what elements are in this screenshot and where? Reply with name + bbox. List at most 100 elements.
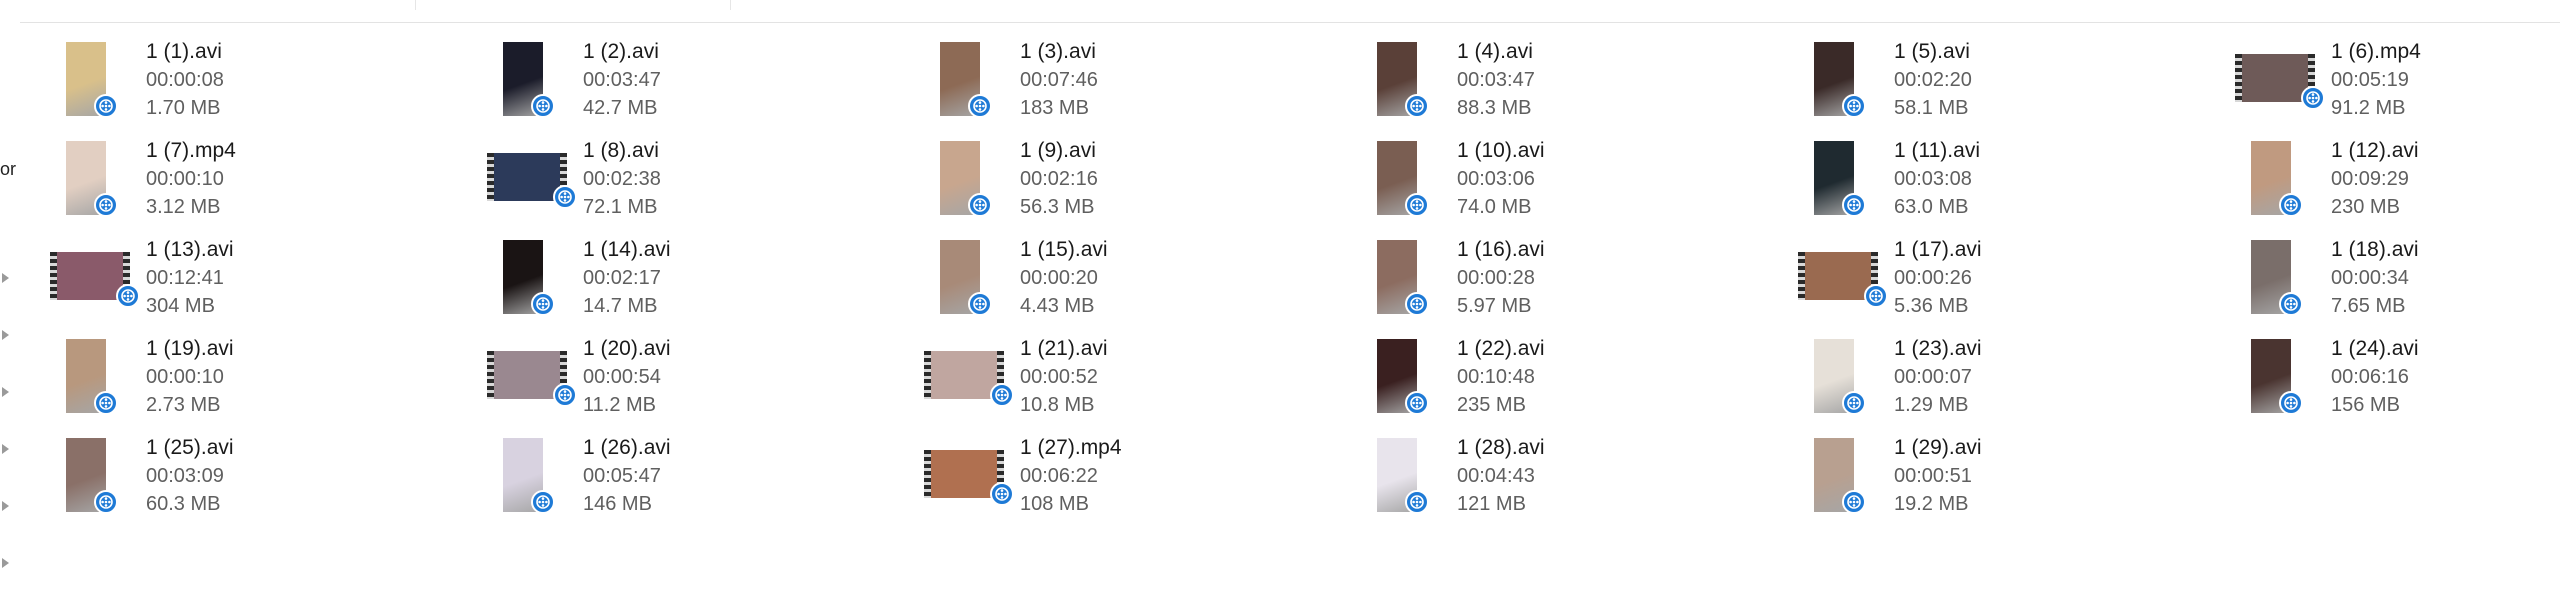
file-item[interactable]: 1 (15).avi 00:00:20 4.43 MB <box>922 232 1359 331</box>
file-name: 1 (27).mp4 <box>1020 436 1122 459</box>
file-name: 1 (3).avi <box>1020 40 1096 63</box>
file-item[interactable]: 1 (8).avi 00:02:38 72.1 MB <box>485 133 922 232</box>
file-duration: 00:00:28 <box>1457 267 1535 289</box>
file-item[interactable]: 1 (17).avi 00:00:26 5.36 MB <box>1796 232 2233 331</box>
file-size: 304 MB <box>146 295 215 317</box>
file-name: 1 (18).avi <box>2331 238 2419 261</box>
film-reel-icon <box>1405 94 1429 118</box>
file-duration: 00:02:20 <box>1894 69 1972 91</box>
file-duration: 00:00:52 <box>1020 366 1098 388</box>
file-item[interactable]: 1 (20).avi 00:00:54 11.2 MB <box>485 331 922 430</box>
file-name: 1 (17).avi <box>1894 238 1982 261</box>
file-item[interactable]: 1 (23).avi 00:00:07 1.29 MB <box>1796 331 2233 430</box>
file-size: 121 MB <box>1457 493 1526 515</box>
file-item[interactable]: 1 (18).avi 00:00:34 7.65 MB <box>2233 232 2560 331</box>
file-name: 1 (19).avi <box>146 337 234 360</box>
file-name: 1 (1).avi <box>146 40 222 63</box>
file-item[interactable]: 1 (10).avi 00:03:06 74.0 MB <box>1359 133 1796 232</box>
film-reel-icon <box>990 482 1014 506</box>
file-duration: 00:02:17 <box>583 267 661 289</box>
file-duration: 00:00:10 <box>146 168 224 190</box>
file-item[interactable]: 1 (6).mp4 00:05:19 91.2 MB <box>2233 34 2560 133</box>
file-duration: 00:00:08 <box>146 69 224 91</box>
file-item[interactable]: 1 (22).avi 00:10:48 235 MB <box>1359 331 1796 430</box>
file-item[interactable]: 1 (12).avi 00:09:29 230 MB <box>2233 133 2560 232</box>
file-item[interactable]: 1 (19).avi 00:00:10 2.73 MB <box>48 331 485 430</box>
film-strip-edge <box>50 252 57 300</box>
film-reel-icon <box>553 185 577 209</box>
file-size: 14.7 MB <box>583 295 658 317</box>
file-item[interactable]: 1 (11).avi 00:03:08 63.0 MB <box>1796 133 2233 232</box>
film-strip-edge <box>924 450 931 498</box>
film-reel-icon <box>553 383 577 407</box>
file-item[interactable]: 1 (7).mp4 00:00:10 3.12 MB <box>48 133 485 232</box>
film-reel-icon <box>2301 86 2325 110</box>
file-duration: 00:03:09 <box>146 465 224 487</box>
file-size: 156 MB <box>2331 394 2400 416</box>
file-item[interactable]: 1 (24).avi 00:06:16 156 MB <box>2233 331 2560 430</box>
file-duration: 00:00:20 <box>1020 267 1098 289</box>
file-duration: 00:10:48 <box>1457 366 1535 388</box>
film-reel-icon <box>1405 490 1429 514</box>
file-duration: 00:03:06 <box>1457 168 1535 190</box>
film-reel-icon <box>968 193 992 217</box>
file-name: 1 (21).avi <box>1020 337 1108 360</box>
file-duration: 00:07:46 <box>1020 69 1098 91</box>
film-reel-icon <box>1842 391 1866 415</box>
file-name: 1 (2).avi <box>583 40 659 63</box>
file-size: 10.8 MB <box>1020 394 1095 416</box>
film-reel-icon <box>2279 292 2303 316</box>
file-name: 1 (11).avi <box>1894 139 1980 162</box>
film-reel-icon <box>968 94 992 118</box>
file-item[interactable]: 1 (3).avi 00:07:46 183 MB <box>922 34 1359 133</box>
file-duration: 00:03:47 <box>1457 69 1535 91</box>
file-duration: 00:00:54 <box>583 366 661 388</box>
film-reel-icon <box>531 292 555 316</box>
file-size: 230 MB <box>2331 196 2400 218</box>
file-size: 56.3 MB <box>1020 196 1095 218</box>
file-name: 1 (5).avi <box>1894 40 1970 63</box>
film-reel-icon <box>1842 94 1866 118</box>
file-name: 1 (7).mp4 <box>146 139 236 162</box>
file-item[interactable]: 1 (27).mp4 00:06:22 108 MB <box>922 430 1359 529</box>
file-item[interactable]: 1 (13).avi 00:12:41 304 MB <box>48 232 485 331</box>
film-reel-icon <box>1405 292 1429 316</box>
file-item[interactable]: 1 (26).avi 00:05:47 146 MB <box>485 430 922 529</box>
film-reel-icon <box>1405 193 1429 217</box>
file-name: 1 (22).avi <box>1457 337 1545 360</box>
file-duration: 00:12:41 <box>146 267 224 289</box>
file-size: 11.2 MB <box>583 394 656 416</box>
file-name: 1 (9).avi <box>1020 139 1096 162</box>
file-item[interactable]: 1 (16).avi 00:00:28 5.97 MB <box>1359 232 1796 331</box>
file-size: 74.0 MB <box>1457 196 1532 218</box>
file-duration: 00:06:22 <box>1020 465 1098 487</box>
file-size: 72.1 MB <box>583 196 658 218</box>
file-duration: 00:03:08 <box>1894 168 1972 190</box>
film-reel-icon <box>531 94 555 118</box>
file-item[interactable]: 1 (1).avi 00:00:08 1.70 MB <box>48 34 485 133</box>
file-name: 1 (12).avi <box>2331 139 2419 162</box>
file-size: 91.2 MB <box>2331 97 2406 119</box>
film-reel-icon <box>116 284 140 308</box>
file-size: 88.3 MB <box>1457 97 1532 119</box>
file-item[interactable]: 1 (5).avi 00:02:20 58.1 MB <box>1796 34 2233 133</box>
file-item[interactable]: 1 (25).avi 00:03:09 60.3 MB <box>48 430 485 529</box>
file-item[interactable]: 1 (28).avi 00:04:43 121 MB <box>1359 430 1796 529</box>
file-duration: 00:09:29 <box>2331 168 2409 190</box>
file-item[interactable]: 1 (21).avi 00:00:52 10.8 MB <box>922 331 1359 430</box>
file-name: 1 (6).mp4 <box>2331 40 2421 63</box>
file-name: 1 (20).avi <box>583 337 671 360</box>
file-name: 1 (24).avi <box>2331 337 2419 360</box>
file-name: 1 (4).avi <box>1457 40 1533 63</box>
file-size: 4.43 MB <box>1020 295 1095 317</box>
file-item[interactable]: 1 (4).avi 00:03:47 88.3 MB <box>1359 34 1796 133</box>
file-item[interactable]: 1 (9).avi 00:02:16 56.3 MB <box>922 133 1359 232</box>
file-duration: 00:00:07 <box>1894 366 1972 388</box>
file-item[interactable]: 1 (2).avi 00:03:47 42.7 MB <box>485 34 922 133</box>
file-item[interactable]: 1 (29).avi 00:00:51 19.2 MB <box>1796 430 2233 529</box>
file-size: 1.29 MB <box>1894 394 1969 416</box>
film-reel-icon <box>94 193 118 217</box>
file-name: 1 (14).avi <box>583 238 671 261</box>
film-reel-icon <box>1842 193 1866 217</box>
file-item[interactable]: 1 (14).avi 00:02:17 14.7 MB <box>485 232 922 331</box>
